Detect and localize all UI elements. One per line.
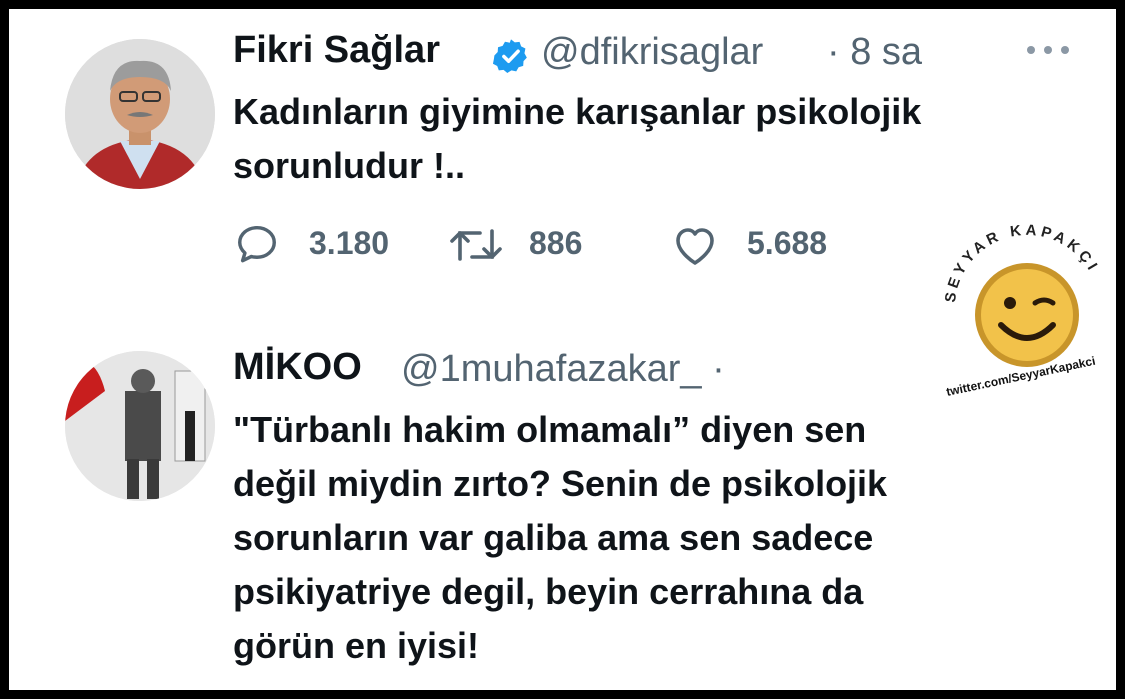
avatar-portrait	[65, 39, 215, 189]
screenshot-frame: Fikri Sağlar @dfikrisaglar · 8 sa Kadınl…	[9, 9, 1116, 690]
reply-count: 3.180	[309, 225, 390, 261]
bottle-cap-inner	[981, 269, 1073, 361]
handle[interactable]: @dfikrisaglar	[541, 31, 763, 74]
retweet-count: 886	[529, 225, 583, 261]
seyyar-kapakci-watermark: SEYYAR KAPAKÇI twitter.com/SeyyarKapakci	[942, 222, 1099, 397]
display-name[interactable]: MİKOO	[233, 346, 362, 389]
tweet-text: Kadınların giyimine karışanlar psikoloji…	[233, 85, 1083, 193]
timestamp[interactable]: · 8 sa	[827, 31, 922, 74]
avatar-mikoo[interactable]	[65, 351, 215, 501]
wink-eye-icon	[1004, 297, 1016, 309]
retweet-icon[interactable]	[448, 223, 504, 267]
tweet-text-line: sorunların var galiba ama sen sadece	[233, 517, 874, 558]
handle[interactable]: @1muhafazakar_ ·	[401, 348, 725, 391]
tweet-text-line: Kadınların giyimine karışanlar psikoloji…	[233, 91, 922, 132]
verified-badge-icon	[492, 39, 527, 73]
avatar-fikri-saglar[interactable]	[65, 39, 215, 189]
like-heart-icon[interactable]	[671, 223, 719, 267]
tweet-text-line: değil miydin zırto? Senin de psikolojik	[233, 463, 888, 504]
reply-icon[interactable]	[234, 221, 280, 267]
tweet-text-line: sorunludur !..	[233, 145, 465, 186]
tweet-text-line: görün en iyisi!	[233, 625, 480, 666]
more-options-icon[interactable]	[1024, 43, 1072, 57]
tweet-text-line: psikiyatriye degil, beyin cerrahına da	[233, 571, 864, 612]
tweet-text-line: "Türbanlı hakim olmamalı” diyen sen	[233, 409, 867, 450]
display-name[interactable]: Fikri Sağlar	[233, 29, 440, 72]
like-count: 5.688	[747, 225, 828, 261]
avatar-photo	[65, 351, 215, 501]
tweet-text: "Türbanlı hakim olmamalı” diyen sen deği…	[233, 403, 1093, 673]
